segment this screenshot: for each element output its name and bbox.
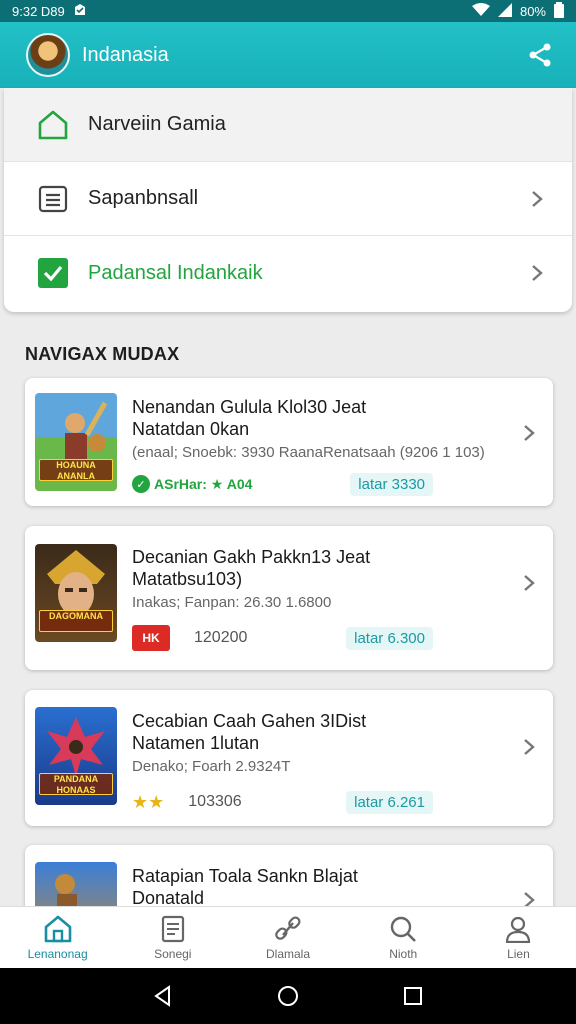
- status-bar: 9:32 D89 80%: [0, 0, 576, 22]
- game-title: Ratapian Toala Sankn Blajat: [132, 866, 358, 886]
- battery-level: 80%: [519, 3, 546, 19]
- nav-item-link[interactable]: Dlamala: [230, 907, 345, 968]
- platform-badge: HK: [132, 625, 170, 651]
- wifi-icon: [471, 2, 490, 20]
- verified-icon: ✓: [132, 475, 150, 493]
- nav-label: Lenanonag: [27, 946, 88, 961]
- share-icon: [529, 43, 551, 67]
- download-count: 120200: [194, 629, 248, 646]
- system-navigation-bar: [0, 968, 576, 1024]
- download-count: 103306: [188, 793, 242, 810]
- thumbnail-caption: PANDANA HONAAS: [39, 773, 113, 795]
- game-title-line2: Natamen 1lutan: [132, 733, 260, 753]
- recents-icon[interactable]: [401, 984, 425, 1008]
- thumbnail-caption: DAGOMANA: [39, 610, 113, 632]
- nav-label: Sonegi: [154, 946, 192, 961]
- nav-item-profile[interactable]: Lien: [461, 907, 576, 968]
- document-icon: [161, 915, 184, 942]
- game-info: Nenandan Gulula Klol30 Jeat Natatdan 0ka…: [132, 396, 503, 497]
- home-icon: [36, 108, 70, 142]
- star-rating: ★★: [132, 791, 165, 812]
- battery-icon: [554, 1, 564, 21]
- game-card[interactable]: DAGOMANA Decanian Gakh Pakkn13 Jeat Mata…: [25, 526, 553, 670]
- price-label: latar 6.261: [346, 790, 433, 814]
- game-thumbnail: HOAUNA ANANLA: [35, 393, 117, 491]
- bottom-nav: Lenanonag Sonegi Dlamala Nioth Lien: [0, 906, 576, 968]
- game-card[interactable]: HOAUNA ANANLA Nenandan Gulula Klol30 Jea…: [25, 378, 553, 506]
- menu-label: Sapanbnsall: [88, 187, 199, 209]
- nav-label: Lien: [507, 946, 530, 961]
- checkbox-icon: [36, 256, 70, 290]
- price-label: latar 3330: [350, 472, 433, 496]
- tag-label: ASrHar: ★ A04: [154, 475, 253, 492]
- game-title: Decanian Gakh Pakkn13 Jeat: [132, 547, 371, 567]
- thumbnail-caption: HOAUNA ANANLA: [39, 459, 113, 481]
- game-thumbnail: PANDANA HONAAS: [35, 707, 117, 805]
- home-icon: [44, 915, 71, 942]
- nav-item-documents[interactable]: Sonegi: [115, 907, 230, 968]
- back-icon[interactable]: [151, 984, 175, 1008]
- link-icon: [275, 915, 301, 940]
- game-info: Cecabian Caah Gahen 3IDist Natamen 1luta…: [132, 710, 503, 815]
- game-card[interactable]: PANDANA HONAAS Cecabian Caah Gahen 3IDis…: [25, 690, 553, 826]
- menu-item-checkbox[interactable]: Padansal Indankaik: [4, 236, 572, 310]
- search-icon: [391, 916, 417, 942]
- game-subtitle: (enaal; Snoebk: 3930 RaanaRenatsaah (920…: [132, 444, 485, 461]
- signal-icon: [497, 2, 512, 20]
- nav-item-search[interactable]: Nioth: [346, 907, 461, 968]
- user-icon: [506, 916, 531, 943]
- share-button[interactable]: [524, 39, 556, 71]
- game-title: Cecabian Caah Gahen 3IDist: [132, 711, 367, 731]
- app-title: Indanasia: [82, 43, 169, 66]
- chevron-right-icon: [523, 424, 541, 442]
- avatar[interactable]: [26, 33, 70, 77]
- section-title: NAVIGAX MUDAX: [25, 344, 180, 364]
- chevron-right-icon: [528, 190, 546, 208]
- list-icon: [36, 182, 70, 216]
- menu-item-list[interactable]: Sapanbnsall: [4, 162, 572, 236]
- game-thumbnail: DAGOMANA: [35, 544, 117, 642]
- chevron-right-icon: [523, 738, 541, 756]
- game-title-line2: Natatdan 0kan: [132, 419, 250, 439]
- game-info: Decanian Gakh Pakkn13 Jeat Matatbsu103) …: [132, 546, 503, 651]
- nav-label: Dlamala: [266, 946, 311, 961]
- game-subtitle: Inakas; Fanpan: 26.30 1.6800: [132, 594, 332, 611]
- chevron-right-icon: [523, 574, 541, 592]
- nav-item-home[interactable]: Lenanonag: [0, 907, 115, 968]
- game-info: Ratapian Toala Sankn Blajat Donatald: [132, 865, 503, 909]
- game-subtitle: Denako; Foarh 2.9324T: [132, 758, 291, 775]
- price-label: latar 6.300: [346, 626, 433, 650]
- menu-label: Narveiin Gamia: [88, 113, 226, 135]
- home-circle-icon[interactable]: [276, 984, 300, 1008]
- game-title: Nenandan Gulula Klol30 Jeat: [132, 397, 367, 417]
- game-title-line2: Matatbsu103): [132, 569, 243, 589]
- notification-icon: [73, 3, 87, 20]
- menu-label: Padansal Indankaik: [88, 261, 263, 284]
- game-tag: ✓ ASrHar: ★ A04: [132, 475, 252, 493]
- nav-label: Nioth: [389, 946, 418, 961]
- menu-card: Narveiin Gamia Sapanbnsall Padansal Inda…: [4, 88, 572, 312]
- status-time: 9:32 D89: [12, 3, 65, 19]
- app-bar: Indanasia: [0, 22, 576, 88]
- menu-item-home[interactable]: Narveiin Gamia: [4, 88, 572, 162]
- chevron-right-icon: [528, 264, 546, 282]
